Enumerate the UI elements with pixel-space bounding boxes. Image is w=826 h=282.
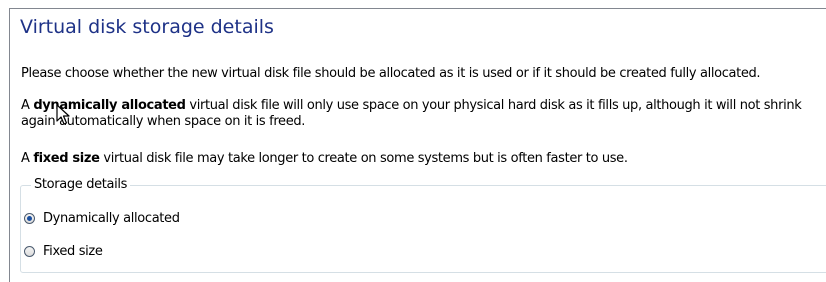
fixed-term: fixed size [33, 151, 100, 166]
fixed-description: A fixed size virtual disk file may take … [21, 151, 628, 167]
dynamically-allocated-option[interactable]: Dynamically allocated [24, 210, 180, 226]
fixed-size-radio[interactable] [24, 245, 35, 257]
fixed-rest: virtual disk file may take longer to cre… [99, 151, 628, 166]
dynamic-description: A dynamically allocated virtual disk fil… [21, 98, 816, 130]
fixed-size-label[interactable]: Fixed size [43, 244, 103, 259]
storage-details-group: Storage details [20, 177, 826, 273]
fixed-prefix: A [21, 151, 34, 166]
intro-text: Please choose whether the new virtual di… [21, 66, 761, 81]
storage-details-legend: Storage details [31, 177, 131, 192]
fixed-size-option[interactable]: Fixed size [24, 243, 103, 259]
dynamically-allocated-label[interactable]: Dynamically allocated [43, 211, 180, 226]
dynamically-allocated-radio[interactable] [24, 212, 35, 224]
arrow-cursor-icon [56, 104, 70, 125]
page-title: Virtual disk storage details [20, 16, 274, 38]
dynamic-prefix: A [21, 98, 34, 113]
